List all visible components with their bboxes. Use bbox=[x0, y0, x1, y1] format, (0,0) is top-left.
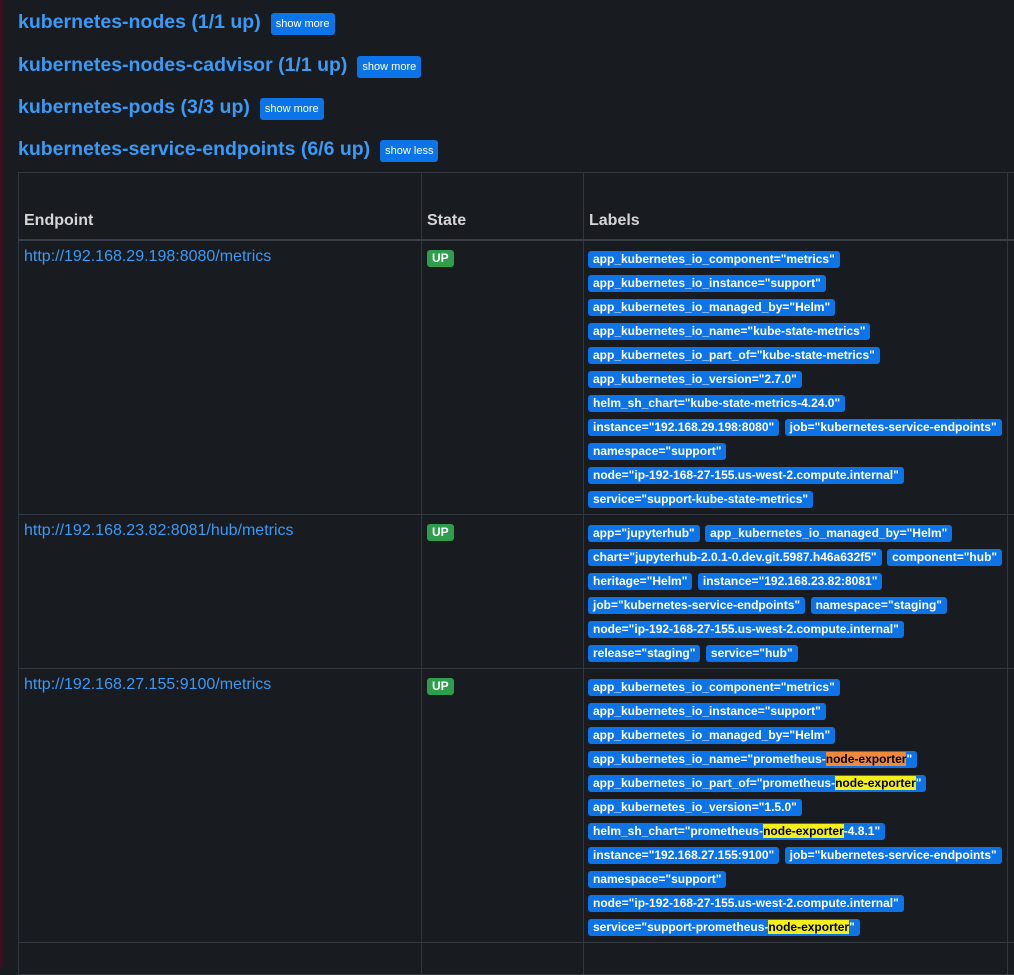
label-badge: service="support-kube-state-metrics" bbox=[588, 491, 813, 508]
labels-cell: app_kubernetes_io_component="metrics" ap… bbox=[584, 240, 1008, 515]
label-badge: app_kubernetes_io_version="2.7.0" bbox=[588, 371, 802, 388]
column-header-overflow bbox=[1008, 173, 1014, 241]
label-badge: app_kubernetes_io_version="1.5.0" bbox=[588, 799, 802, 816]
table-row bbox=[19, 943, 1014, 975]
label-badge: app_kubernetes_io_component="metrics" bbox=[588, 251, 840, 268]
state-cell: UP bbox=[422, 515, 584, 669]
column-header-labels: Labels bbox=[584, 173, 1008, 241]
search-highlight: node-exporter bbox=[826, 752, 907, 766]
labels-cell: app_kubernetes_io_component="metrics" ap… bbox=[584, 669, 1008, 943]
label-badge: helm_sh_chart="prometheus-node-exporter-… bbox=[588, 823, 885, 840]
label-badge: app_kubernetes_io_managed_by="Helm" bbox=[588, 299, 835, 316]
label-badge: job="kubernetes-service-endpoints" bbox=[785, 419, 1002, 436]
label-badge: namespace="support" bbox=[588, 871, 726, 888]
label-badge: instance="192.168.23.82:8081" bbox=[698, 573, 883, 590]
label-badge: app_kubernetes_io_name="prometheus-node-… bbox=[588, 751, 917, 768]
label-badge: app_kubernetes_io_part_of="prometheus-no… bbox=[588, 775, 926, 792]
table-row: http://192.168.27.155:9100/metrics UP app_… bbox=[19, 669, 1014, 943]
window-edge bbox=[0, 0, 3, 967]
label-badge: app="jupyterhub" bbox=[588, 525, 700, 542]
label-badge: app_kubernetes_io_managed_by="Helm" bbox=[588, 727, 835, 744]
job-header-kubernetes-nodes-cadvisor: kubernetes-nodes-cadvisor (1/1 up) show … bbox=[18, 44, 1014, 86]
endpoint-cell: http://192.168.23.82:8081/hub/metrics bbox=[19, 515, 422, 669]
label-badge: node="ip-192-168-27-155.us-west-2.comput… bbox=[588, 467, 904, 484]
overflow-cell bbox=[1008, 669, 1014, 943]
job-header-kubernetes-nodes: kubernetes-nodes (1/1 up) show more bbox=[18, 0, 1014, 44]
label-badge: instance="192.168.29.198:8080" bbox=[588, 419, 779, 436]
search-highlight: node-exporter bbox=[763, 824, 844, 838]
targets-table-body: http://192.168.29.198:8080/metrics UP app_… bbox=[19, 240, 1014, 975]
label-badge: node="ip-192-168-27-155.us-west-2.comput… bbox=[588, 895, 904, 912]
label-badge: service="support-prometheus-node-exporte… bbox=[588, 919, 860, 936]
targets-page: kubernetes-nodes (1/1 up) show more kube… bbox=[18, 0, 1014, 975]
endpoint-link[interactable]: http://192.168.27.155:9100/metrics bbox=[24, 676, 271, 693]
label-badge: app_kubernetes_io_managed_by="Helm" bbox=[705, 525, 952, 542]
state-badge: UP bbox=[427, 524, 454, 541]
targets-table: Endpoint State Labels http://192.168.29.… bbox=[18, 172, 1014, 975]
show-more-button[interactable]: show more bbox=[260, 98, 324, 120]
column-header-endpoint: Endpoint bbox=[19, 173, 422, 241]
label-badge: app_kubernetes_io_instance="support" bbox=[588, 275, 826, 292]
job-title[interactable]: kubernetes-pods (3/3 up) bbox=[18, 96, 250, 119]
show-less-button[interactable]: show less bbox=[380, 140, 438, 162]
label-badge: namespace="support" bbox=[588, 443, 726, 460]
search-highlight: node-exporter bbox=[835, 776, 916, 790]
label-badge: chart="jupyterhub-2.0.1-0.dev.git.5987.h… bbox=[588, 549, 882, 566]
label-badge: helm_sh_chart="kube-state-metrics-4.24.0… bbox=[588, 395, 845, 412]
table-row: http://192.168.29.198:8080/metrics UP app_… bbox=[19, 240, 1014, 515]
show-more-button[interactable]: show more bbox=[357, 56, 421, 78]
label-badge: app_kubernetes_io_instance="support" bbox=[588, 703, 826, 720]
table-header-row: Endpoint State Labels bbox=[19, 173, 1014, 241]
label-badge: job="kubernetes-service-endpoints" bbox=[588, 597, 805, 614]
label-badge: heritage="Helm" bbox=[588, 573, 692, 590]
empty-cell bbox=[584, 943, 1008, 975]
label-badge: component="hub" bbox=[887, 549, 1002, 566]
state-badge: UP bbox=[427, 250, 454, 267]
state-cell: UP bbox=[422, 240, 584, 515]
label-badge: app_kubernetes_io_name="kube-state-metri… bbox=[588, 323, 870, 340]
label-badge: release="staging" bbox=[588, 645, 700, 662]
job-header-kubernetes-pods: kubernetes-pods (3/3 up) show more bbox=[18, 86, 1014, 128]
job-header-kubernetes-service-endpoints: kubernetes-service-endpoints (6/6 up) sh… bbox=[18, 128, 1014, 170]
search-highlight: node-exporter bbox=[768, 920, 849, 934]
empty-cell bbox=[19, 943, 422, 975]
endpoint-link[interactable]: http://192.168.23.82:8081/hub/metrics bbox=[24, 522, 294, 539]
overflow-cell bbox=[1008, 240, 1014, 515]
labels-cell: app="jupyterhub" app_kubernetes_io_manag… bbox=[584, 515, 1008, 669]
overflow-cell bbox=[1008, 515, 1014, 669]
state-cell: UP bbox=[422, 669, 584, 943]
job-title[interactable]: kubernetes-service-endpoints (6/6 up) bbox=[18, 138, 370, 161]
label-badge: app_kubernetes_io_part_of="kube-state-me… bbox=[588, 347, 880, 364]
label-badge: node="ip-192-168-27-155.us-west-2.comput… bbox=[588, 621, 904, 638]
label-badge: instance="192.168.27.155:9100" bbox=[588, 847, 779, 864]
endpoint-link[interactable]: http://192.168.29.198:8080/metrics bbox=[24, 248, 271, 265]
table-row: http://192.168.23.82:8081/hub/metrics UP a… bbox=[19, 515, 1014, 669]
endpoint-cell: http://192.168.29.198:8080/metrics bbox=[19, 240, 422, 515]
empty-cell bbox=[422, 943, 584, 975]
label-badge: service="hub" bbox=[706, 645, 798, 662]
job-title[interactable]: kubernetes-nodes-cadvisor (1/1 up) bbox=[18, 54, 347, 77]
column-header-state: State bbox=[422, 173, 584, 241]
label-badge: job="kubernetes-service-endpoints" bbox=[785, 847, 1002, 864]
endpoint-cell: http://192.168.27.155:9100/metrics bbox=[19, 669, 422, 943]
job-title[interactable]: kubernetes-nodes (1/1 up) bbox=[18, 11, 261, 34]
show-more-button[interactable]: show more bbox=[271, 13, 335, 35]
label-badge: app_kubernetes_io_component="metrics" bbox=[588, 679, 840, 696]
state-badge: UP bbox=[427, 678, 454, 695]
label-badge: namespace="staging" bbox=[811, 597, 947, 614]
empty-cell bbox=[1008, 943, 1014, 975]
